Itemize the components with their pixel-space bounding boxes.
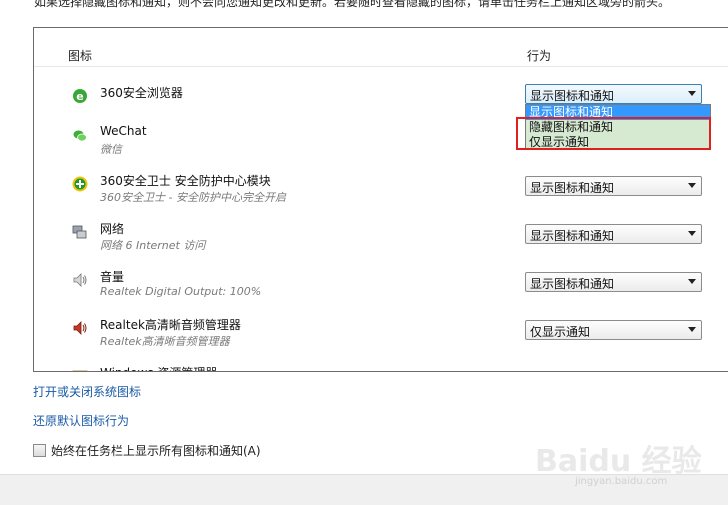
annotation-highlight-box <box>516 117 711 150</box>
intro-text: 如果选择隐藏图标和通知，则不会向您通知更改和更新。若要随时查看隐藏的图标，请单击… <box>34 0 671 9</box>
restore-default-link[interactable]: 还原默认图标行为 <box>33 412 129 429</box>
select-value: 显示图标和通知 <box>530 181 615 195</box>
icons-list-panel: 图标 行为 e 360安全浏览器 显示图标和通知 WeChat 微信 360安全… <box>33 27 728 372</box>
speaker-icon <box>72 320 88 336</box>
row-subtitle: 微信 <box>100 143 122 156</box>
select-value: 显示图标和通知 <box>530 229 615 243</box>
behavior-select[interactable]: 显示图标和通知 <box>525 224 702 244</box>
behavior-select[interactable]: 显示图标和通知 <box>525 176 702 196</box>
row-name: WeChat <box>100 124 147 138</box>
behavior-select[interactable]: 仅显示通知 <box>525 320 702 340</box>
list-item: Windows 资源管理器 <box>34 366 728 371</box>
chevron-down-icon <box>688 327 696 332</box>
row-name: 360安全浏览器 <box>100 86 183 100</box>
explorer-icon <box>72 368 88 371</box>
select-value: 显示图标和通知 <box>530 89 615 103</box>
baidu-watermark: Baidu 经验 <box>535 444 702 479</box>
row-name: 音量 <box>100 270 125 284</box>
select-value: 仅显示通知 <box>530 325 591 339</box>
chevron-down-icon <box>688 183 696 188</box>
row-name: Windows 资源管理器 <box>100 364 217 371</box>
behavior-select[interactable]: 显示图标和通知 <box>525 272 702 292</box>
ie-browser-icon: e <box>72 88 88 104</box>
watermark-url: jingyan.baidu.com <box>575 476 668 487</box>
row-subtitle: 网络 6 Internet 访问 <box>100 239 206 252</box>
column-header-behavior: 行为 <box>527 49 552 63</box>
column-header-icon: 图标 <box>68 49 93 63</box>
system-icons-link[interactable]: 打开或关闭系统图标 <box>33 383 141 400</box>
row-subtitle: Realtek Digital Output: 100% <box>100 285 262 298</box>
behavior-select[interactable]: 显示图标和通知 <box>525 84 702 104</box>
header-divider <box>34 66 728 67</box>
row-name: Realtek高清晰音频管理器 <box>100 318 241 332</box>
chevron-down-icon <box>688 279 696 284</box>
row-name: 360安全卫士 安全防护中心模块 <box>100 174 271 188</box>
network-icon <box>72 224 88 240</box>
wechat-icon <box>72 128 88 144</box>
always-show-checkbox-row[interactable]: 始终在任务栏上显示所有图标和通知(A) <box>33 442 261 459</box>
volume-icon <box>72 272 88 288</box>
select-value: 显示图标和通知 <box>530 277 615 291</box>
always-show-checkbox[interactable] <box>33 444 46 457</box>
chevron-down-icon <box>688 91 696 96</box>
row-name: 网络 <box>100 222 125 236</box>
row-subtitle: 360安全卫士 - 安全防护中心完全开启 <box>100 191 286 204</box>
checkbox-label: 始终在任务栏上显示所有图标和通知(A) <box>51 444 261 458</box>
row-subtitle: Realtek高清晰音频管理器 <box>100 335 230 348</box>
360-shield-icon <box>72 176 88 192</box>
chevron-down-icon <box>688 231 696 236</box>
svg-text:e: e <box>76 90 83 103</box>
